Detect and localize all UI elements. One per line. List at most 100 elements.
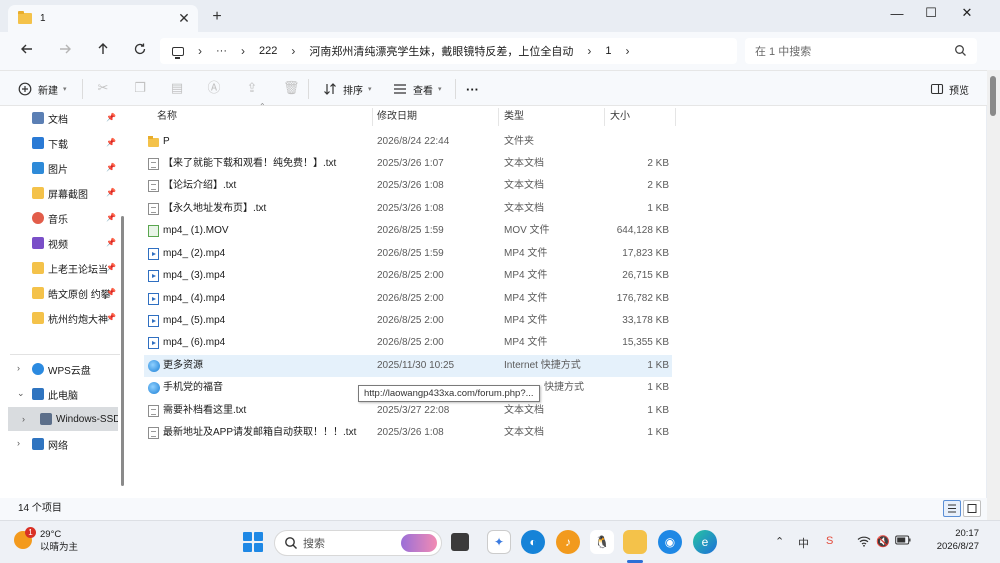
view-button[interactable]: 查看 ▾ xyxy=(393,80,442,98)
back-button[interactable] xyxy=(16,41,38,61)
details-view-button[interactable] xyxy=(943,500,961,517)
drive-icon xyxy=(40,413,52,425)
edge-icon[interactable]: e xyxy=(693,530,717,554)
column-divider[interactable] xyxy=(604,108,605,126)
cloud-icon xyxy=(32,363,44,375)
up-button[interactable] xyxy=(92,41,114,61)
file-row[interactable]: P 2026/8/24 22:44 文件夹 xyxy=(144,131,672,153)
app-orange-icon[interactable]: ♪ xyxy=(556,530,580,554)
chevron-right-icon[interactable]: › xyxy=(17,363,20,373)
rename-icon[interactable]: Ⓐ xyxy=(207,81,221,95)
file-explorer-icon[interactable] xyxy=(623,530,647,554)
chevron-down-icon[interactable]: ⌄ xyxy=(17,388,25,399)
breadcrumb-overflow[interactable]: ··· xyxy=(216,45,227,57)
start-button[interactable] xyxy=(243,532,263,552)
column-header-size[interactable]: 大小 xyxy=(610,106,630,128)
volume-mute-icon[interactable]: 🔇 xyxy=(876,535,890,548)
show-hidden-icons-chevron-icon[interactable]: ⌃ xyxy=(775,535,784,548)
sidebar-scrollbar[interactable] xyxy=(121,216,124,486)
breadcrumb-222[interactable]: 222 xyxy=(259,45,277,57)
pin-icon[interactable]: 📌 xyxy=(106,238,116,247)
search-input[interactable]: 在 1 中搜索 xyxy=(745,38,977,64)
copy-icon[interactable]: ❐ xyxy=(133,81,147,95)
file-row[interactable]: mp4_ (4).mp4 2026/8/25 2:00 MP4 文件 176,7… xyxy=(144,288,672,310)
paste-icon[interactable]: ▤ xyxy=(170,81,184,95)
browser-icon[interactable]: ◐ xyxy=(521,530,545,554)
chevron-down-icon: ▾ xyxy=(438,86,442,93)
address-bar[interactable]: › ··· › 222 › 河南郑州清纯漂亮学生妹，戴眼镜特反差，上位全自动 ›… xyxy=(160,38,737,64)
copilot-icon[interactable]: ✦ xyxy=(487,530,511,554)
file-type: MP4 文件 xyxy=(504,270,548,281)
sidebar-item-label: 视频 xyxy=(48,239,68,251)
wifi-icon[interactable] xyxy=(857,535,871,550)
file-name: 手机党的福音 xyxy=(163,382,223,393)
column-divider[interactable] xyxy=(372,108,373,126)
file-row[interactable]: 更多资源 2025/11/30 10:25 Internet 快捷方式 1 KB xyxy=(144,355,672,377)
file-row[interactable]: 需要补档看这里.txt 2025/3/27 22:08 文本文档 1 KB xyxy=(144,400,672,422)
file-size: 33,178 KB xyxy=(622,315,669,326)
file-row[interactable]: 【来了就能下载和观看！纯免费！】.txt 2025/3/26 1:07 文本文档… xyxy=(144,153,672,175)
qq-icon[interactable]: 🐧 xyxy=(590,530,614,554)
scrollbar-thumb[interactable] xyxy=(990,76,996,116)
pin-icon[interactable]: 📌 xyxy=(106,188,116,197)
share-icon[interactable]: ⇪ xyxy=(245,81,259,95)
new-tab-button[interactable]: + xyxy=(208,8,226,26)
column-header-date[interactable]: 修改日期 xyxy=(377,106,417,128)
chevron-right-icon[interactable]: › xyxy=(17,438,20,448)
notification-badge: 1 xyxy=(25,527,36,538)
tab-close-button[interactable]: ✕ xyxy=(176,10,192,26)
file-name: mp4_ (1).MOV xyxy=(163,225,229,236)
tab-1[interactable]: 1 ✕ xyxy=(8,5,198,32)
forward-button[interactable] xyxy=(54,41,76,61)
taskbar-search[interactable]: 搜索 xyxy=(274,530,442,556)
file-row[interactable]: mp4_ (5).mp4 2026/8/25 2:00 MP4 文件 33,17… xyxy=(144,310,672,332)
search-placeholder: 在 1 中搜索 xyxy=(755,46,812,58)
pin-icon[interactable]: 📌 xyxy=(106,313,116,322)
task-view-icon[interactable] xyxy=(451,533,469,551)
download-icon xyxy=(32,137,44,149)
file-row[interactable]: mp4_ (2).mp4 2026/8/25 1:59 MP4 文件 17,82… xyxy=(144,243,672,265)
battery-icon[interactable] xyxy=(895,535,911,548)
maximize-button[interactable]: ☐ xyxy=(914,0,948,26)
ime-indicator[interactable]: 中 xyxy=(798,535,809,551)
file-row[interactable]: 最新地址及APP请发邮箱自动获取！！！.txt 2025/3/26 1:08 文… xyxy=(144,422,672,444)
cut-icon[interactable]: ✂ xyxy=(96,81,110,95)
file-name: P xyxy=(163,136,170,147)
file-row[interactable]: mp4_ (1).MOV 2026/8/25 1:59 MOV 文件 644,1… xyxy=(144,220,672,242)
column-divider[interactable] xyxy=(675,108,676,126)
close-window-button[interactable]: ✕ xyxy=(950,0,984,26)
tiles-view-button[interactable] xyxy=(963,500,981,517)
pin-icon[interactable]: 📌 xyxy=(106,263,116,272)
windows-logo-icon xyxy=(243,532,252,541)
taskbar: 1 29°C 以晴为主 搜索 ✦ ◐ ♪ 🐧 ◉ e ⌃ 中 S 🔇 20:17… xyxy=(0,520,1000,563)
file-row[interactable]: 【论坛介绍】.txt 2025/3/26 1:08 文本文档 2 KB xyxy=(144,175,672,197)
preview-button[interactable]: 预览 xyxy=(930,80,969,98)
pin-icon[interactable]: 📌 xyxy=(106,113,116,122)
delete-icon[interactable]: 🗑 xyxy=(283,81,300,95)
system-clock[interactable]: 20:17 2026/8/27 xyxy=(919,527,979,553)
pin-icon[interactable]: 📌 xyxy=(106,288,116,297)
pin-icon[interactable]: 📌 xyxy=(106,163,116,172)
pin-icon[interactable]: 📌 xyxy=(106,138,116,147)
breadcrumb-folder[interactable]: 河南郑州清纯漂亮学生妹，戴眼镜特反差，上位全自动 xyxy=(309,43,573,59)
window-scrollbar[interactable] xyxy=(987,70,1000,520)
browser-2-icon[interactable]: ◉ xyxy=(658,530,682,554)
wps-tray-icon[interactable]: S xyxy=(826,535,833,547)
new-button[interactable]: 新建 ▾ xyxy=(18,80,67,98)
refresh-icon xyxy=(134,43,146,55)
chevron-down-icon: ▾ xyxy=(368,86,372,93)
column-header-type[interactable]: 类型 xyxy=(504,106,524,128)
sidebar-item-windows-ssd[interactable]: › Windows-SSD xyxy=(8,407,118,431)
refresh-button[interactable] xyxy=(129,41,151,61)
file-row[interactable]: mp4_ (6).mp4 2026/8/25 2:00 MP4 文件 15,35… xyxy=(144,332,672,354)
pin-icon[interactable]: 📌 xyxy=(106,213,116,222)
minimize-button[interactable]: — xyxy=(880,0,914,26)
sort-button[interactable]: 排序 ▾ xyxy=(323,80,372,98)
column-divider[interactable] xyxy=(498,108,499,126)
file-size: 17,823 KB xyxy=(622,248,669,259)
file-row[interactable]: mp4_ (3).mp4 2026/8/25 2:00 MP4 文件 26,71… xyxy=(144,265,672,287)
breadcrumb-1[interactable]: 1 xyxy=(605,45,611,57)
more-options-button[interactable]: ··· xyxy=(466,80,479,98)
column-header-name[interactable]: 名称 xyxy=(157,106,177,128)
file-row[interactable]: 【永久地址发布页】.txt 2025/3/26 1:08 文本文档 1 KB xyxy=(144,198,672,220)
